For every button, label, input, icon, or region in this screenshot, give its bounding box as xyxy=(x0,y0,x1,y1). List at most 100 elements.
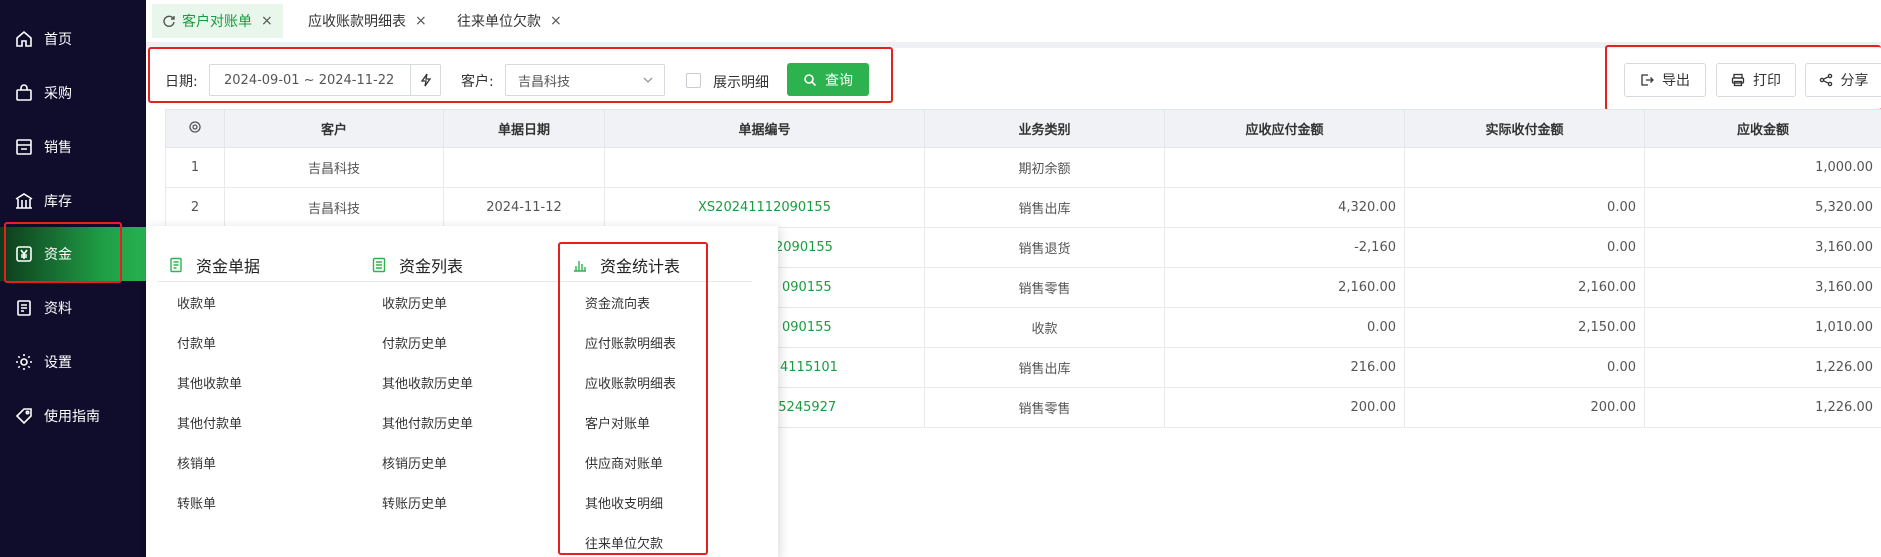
cell-due: -2,160 xyxy=(1164,227,1405,268)
export-button[interactable]: 导出 xyxy=(1624,63,1706,97)
sidebar-item-funds[interactable]: 资金 xyxy=(0,227,146,281)
cell-actual: 0.00 xyxy=(1404,347,1645,388)
cell-receivable: 1,226.00 xyxy=(1644,347,1881,388)
yuan-icon xyxy=(16,246,32,262)
customer-label: 客户: xyxy=(461,74,494,90)
sidebar-item-label: 首页 xyxy=(44,32,72,48)
cell-actual: 0.00 xyxy=(1404,187,1645,228)
gear-icon xyxy=(16,354,32,370)
cell-date: 2024-11-12 xyxy=(443,187,605,228)
refresh-icon[interactable] xyxy=(162,14,176,28)
cell-type: 期初余额 xyxy=(924,147,1165,188)
menu-item-customer-statement[interactable]: 客户对账单 xyxy=(585,413,650,432)
home-icon xyxy=(16,30,32,47)
query-label: 查询 xyxy=(825,72,853,89)
sidebar-item-purchase[interactable]: 采购 xyxy=(0,66,146,120)
date-range-value: 2024-09-01 ~ 2024-11-22 xyxy=(224,72,395,88)
close-icon[interactable]: × xyxy=(550,13,562,29)
menu-column-funds-docs: 资金单据 xyxy=(158,248,378,282)
tab-customer-statement[interactable]: 客户对账单 × xyxy=(152,4,283,38)
table-row[interactable]: 1 吉昌科技 期初余额 1,000.00 xyxy=(165,147,1881,188)
column-header[interactable]: 实际收付金额 xyxy=(1404,109,1645,148)
cell-code-link[interactable] xyxy=(604,147,925,188)
column-header[interactable]: 单据编号 xyxy=(604,109,925,148)
column-header[interactable]: 单据日期 xyxy=(443,109,605,148)
menu-item-writeoff-history[interactable]: 核销历史单 xyxy=(382,453,447,472)
menu-item-other-receipt-history[interactable]: 其他收款历史单 xyxy=(382,373,473,392)
menu-column-funds-stats: 资金统计表 xyxy=(562,248,752,282)
menu-item-transfer-history[interactable]: 转账历史单 xyxy=(382,493,447,512)
menu-column-title: 资金单据 xyxy=(196,256,261,276)
column-header[interactable]: 客户 xyxy=(224,109,444,148)
cell-code-link[interactable]: XS20241112090155 xyxy=(604,187,925,228)
menu-column-title: 资金列表 xyxy=(399,256,464,276)
menu-column-funds-list: 资金列表 xyxy=(361,248,581,282)
menu-item-supplier-statement[interactable]: 供应商对账单 xyxy=(585,453,663,472)
menu-item-receivable-detail[interactable]: 应收账款明细表 xyxy=(585,373,676,392)
sidebar-item-home[interactable]: 首页 xyxy=(0,12,146,66)
tab-label: 应收账款明细表 xyxy=(308,14,406,30)
sidebar-item-guide[interactable]: 使用指南 xyxy=(0,389,146,443)
list-icon xyxy=(372,257,386,272)
menu-item-other-payment[interactable]: 其他付款单 xyxy=(177,413,242,432)
tab-label: 往来单位欠款 xyxy=(457,14,541,30)
cell-receivable: 3,160.00 xyxy=(1644,267,1881,308)
print-button[interactable]: 打印 xyxy=(1716,63,1796,97)
lightning-icon[interactable] xyxy=(410,65,440,95)
menu-item-payment[interactable]: 付款单 xyxy=(177,333,216,352)
show-detail-label: 展示明细 xyxy=(713,75,769,91)
column-header[interactable]: 应收金额 xyxy=(1644,109,1881,148)
sidebar-item-sales[interactable]: 销售 xyxy=(0,120,146,174)
menu-item-payable-detail[interactable]: 应付账款明细表 xyxy=(585,333,676,352)
cell-type: 销售出库 xyxy=(924,187,1165,228)
cell-actual xyxy=(1404,147,1645,188)
date-label: 日期: xyxy=(165,74,198,90)
menu-item-partner-debt[interactable]: 往来单位欠款 xyxy=(585,533,663,552)
column-header[interactable]: 业务类别 xyxy=(924,109,1165,148)
share-button[interactable]: 分享 xyxy=(1805,63,1881,97)
sidebar-item-inventory[interactable]: 库存 xyxy=(0,174,146,228)
date-range-input[interactable]: 2024-09-01 ~ 2024-11-22 xyxy=(209,64,441,96)
show-detail-checkbox[interactable] xyxy=(686,73,701,88)
query-button[interactable]: 查询 xyxy=(787,63,869,96)
customer-select[interactable]: 吉昌科技 xyxy=(505,64,665,96)
cell-actual: 200.00 xyxy=(1404,387,1645,428)
sidebar-item-settings[interactable]: 设置 xyxy=(0,335,146,389)
menu-item-other-payment-history[interactable]: 其他付款历史单 xyxy=(382,413,473,432)
receipt-icon xyxy=(170,257,182,272)
customer-value: 吉昌科技 xyxy=(518,74,571,90)
cell-type: 销售出库 xyxy=(924,347,1165,388)
menu-item-transfer[interactable]: 转账单 xyxy=(177,493,216,512)
funds-menu-panel: 资金单据 资金列表 资金统计表 收款单 付款单 其他收款单 其他付款单 核销单 … xyxy=(146,226,778,557)
menu-item-receipt-history[interactable]: 收款历史单 xyxy=(382,293,447,312)
column-settings-icon[interactable] xyxy=(165,109,225,148)
chevron-down-icon xyxy=(643,77,653,83)
column-header[interactable]: 应收应付金额 xyxy=(1164,109,1405,148)
sidebar-item-data[interactable]: 资料 xyxy=(0,281,146,335)
cell-date xyxy=(443,147,605,188)
menu-item-writeoff[interactable]: 核销单 xyxy=(177,453,216,472)
table-header: 客户 单据日期 单据编号 业务类别 应收应付金额 实际收付金额 应收金额 xyxy=(165,109,1881,148)
share-icon xyxy=(1819,73,1832,87)
tab-partner-debt[interactable]: 往来单位欠款 × xyxy=(447,4,572,38)
printer-icon xyxy=(1731,73,1745,87)
cell-customer: 吉昌科技 xyxy=(224,147,444,188)
sidebar-item-label: 资料 xyxy=(44,301,72,317)
menu-item-other-income-expense[interactable]: 其他收支明细 xyxy=(585,493,663,512)
cell-receivable: 1,000.00 xyxy=(1644,147,1881,188)
menu-item-payment-history[interactable]: 付款历史单 xyxy=(382,333,447,352)
menu-item-cash-flow[interactable]: 资金流向表 xyxy=(585,293,650,312)
close-icon[interactable]: × xyxy=(415,13,427,29)
menu-item-other-receipt[interactable]: 其他收款单 xyxy=(177,373,242,392)
tab-receivable-detail[interactable]: 应收账款明细表 × xyxy=(298,4,437,38)
document-icon xyxy=(17,300,31,316)
cell-receivable: 1,010.00 xyxy=(1644,307,1881,348)
cell-type: 销售零售 xyxy=(924,267,1165,308)
print-label: 打印 xyxy=(1753,73,1781,89)
sidebar-item-label: 库存 xyxy=(44,194,72,210)
table-row[interactable]: 2 吉昌科技 2024-11-12 XS20241112090155 销售出库 … xyxy=(165,187,1881,228)
cell-actual: 0.00 xyxy=(1404,227,1645,268)
menu-item-receipt[interactable]: 收款单 xyxy=(177,293,216,312)
close-icon[interactable]: × xyxy=(261,13,273,29)
cell-due xyxy=(1164,147,1405,188)
